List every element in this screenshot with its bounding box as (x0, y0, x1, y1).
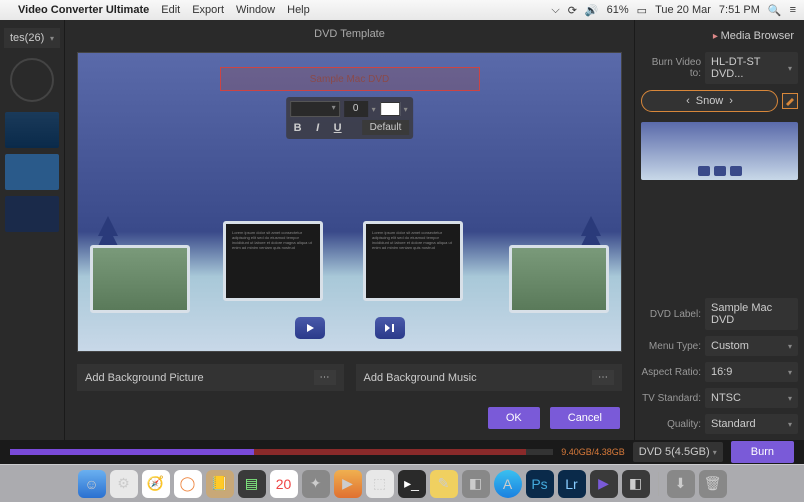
chevron-right-icon[interactable]: › (729, 95, 733, 107)
dock-app[interactable]: ▶ (590, 470, 618, 498)
burn-to-label: Burn Video to: (641, 57, 701, 79)
battery-icon: ▭ (637, 4, 647, 17)
macos-menubar: Video Converter Ultimate Edit Export Win… (0, 0, 804, 20)
mini-preview (641, 122, 798, 180)
dock-app[interactable]: ◧ (622, 470, 650, 498)
bold-button[interactable]: B (290, 122, 306, 134)
quality-select[interactable]: Standard▾ (705, 414, 798, 434)
dock-lightroom[interactable]: Lr (558, 470, 586, 498)
dvd-preview: Sample Mac DVD ▾ 0 ▾ ▾ B I U Default (77, 52, 622, 352)
mini-prev-btn[interactable] (698, 166, 710, 176)
dock-safari[interactable]: 🧭 (142, 470, 170, 498)
burn-to-select[interactable]: HL-DT-ST DVD...▾ (705, 52, 798, 84)
dock-settings[interactable]: ⚙ (110, 470, 138, 498)
color-swatch[interactable] (380, 102, 400, 116)
dock-console[interactable]: ▤ (238, 470, 266, 498)
mini-play-btn[interactable] (714, 166, 726, 176)
template-thumb[interactable] (5, 112, 59, 148)
cancel-button[interactable]: Cancel (550, 407, 620, 429)
media-browser-link[interactable]: ▸ Media Browser (641, 26, 798, 46)
bottom-bar: 9.40GB/4.38GB DVD 5(4.5GB)▾ Burn (0, 440, 804, 464)
edit-template-button[interactable] (782, 93, 798, 109)
dock-photoshop[interactable]: Ps (526, 470, 554, 498)
menu-help[interactable]: Help (287, 4, 310, 16)
text-toolbar: ▾ 0 ▾ ▾ B I U Default (286, 97, 414, 139)
dock-downloads[interactable]: ⬇ (667, 470, 695, 498)
menubar-date: Tue 20 Mar (655, 4, 711, 16)
font-select[interactable]: ▾ (290, 101, 340, 117)
wifi-icon[interactable]: ⟳ (568, 4, 577, 17)
chapter-thumb[interactable] (90, 245, 190, 313)
dock-app[interactable]: ◧ (462, 470, 490, 498)
underline-button[interactable]: U (330, 122, 346, 134)
dialog-title: DVD Template (65, 20, 634, 48)
bluetooth-icon[interactable]: ⌵ (551, 4, 559, 17)
chevron-down-icon[interactable]: ▾ (404, 105, 408, 114)
template-thumb[interactable] (5, 196, 59, 232)
default-button[interactable]: Default (362, 120, 410, 135)
disc-type-select[interactable]: DVD 5(4.5GB)▾ (633, 442, 723, 462)
settings-panel: ▸ Media Browser Burn Video to:HL-DT-ST D… (634, 20, 804, 440)
app-name[interactable]: Video Converter Ultimate (18, 4, 149, 16)
chevron-left-icon[interactable]: ‹ (686, 95, 690, 107)
dock-app[interactable]: ✎ (430, 470, 458, 498)
italic-button[interactable]: I (310, 122, 326, 134)
browse-icon[interactable]: ⋯ (314, 370, 336, 385)
menu-export[interactable]: Export (192, 4, 224, 16)
tv-standard-select[interactable]: NTSC▾ (705, 388, 798, 408)
font-size-input[interactable]: 0 (344, 101, 368, 117)
template-thumb[interactable] (5, 154, 59, 190)
ok-button[interactable]: OK (488, 407, 540, 429)
dock-calendar[interactable]: 20 (270, 470, 298, 498)
dock-finder[interactable]: ☺ (78, 470, 106, 498)
stepper-icon[interactable]: ▾ (372, 105, 376, 114)
dock-app[interactable]: ▶ (334, 470, 362, 498)
capacity-bar (10, 449, 553, 455)
menubar-time: 7:51 PM (719, 4, 760, 16)
chapter-thumb[interactable] (509, 245, 609, 313)
capacity-text: 9.40GB/4.38GB (561, 447, 625, 457)
dock-trash[interactable]: 🗑 (699, 470, 727, 498)
dvd-title-field[interactable]: Sample Mac DVD (220, 67, 480, 91)
aspect-select[interactable]: 16:9▾ (705, 362, 798, 382)
chapter-card[interactable]: Lorem ipsum dolor sit amet consectetur a… (363, 221, 463, 301)
volume-icon[interactable]: 🔊 (585, 4, 599, 17)
dvd-label-input[interactable]: Sample Mac DVD (705, 298, 798, 330)
dock-appstore[interactable]: A (494, 470, 522, 498)
burn-button[interactable]: Burn (731, 441, 794, 463)
chevron-down-icon: ▾ (50, 34, 54, 43)
menu-edit[interactable]: Edit (161, 4, 180, 16)
menu-type-select[interactable]: Custom▾ (705, 336, 798, 356)
dock-terminal[interactable]: ▸_ (398, 470, 426, 498)
battery-pct: 61% (607, 4, 629, 16)
play-button[interactable] (295, 317, 325, 339)
dock-app[interactable]: ✦ (302, 470, 330, 498)
template-sidebar: tes(26)▾ (0, 20, 65, 440)
next-button[interactable] (375, 317, 405, 339)
dock-app[interactable]: ⬚ (366, 470, 394, 498)
browse-icon[interactable]: ⋯ (592, 370, 614, 385)
menu-window[interactable]: Window (236, 4, 275, 16)
bg-music-field[interactable]: Add Background Music⋯ (356, 364, 623, 391)
bg-picture-field[interactable]: Add Background Picture⋯ (77, 364, 344, 391)
disc-icon (10, 58, 54, 102)
dock-contacts[interactable]: 📒 (206, 470, 234, 498)
dock-chrome[interactable]: ◯ (174, 470, 202, 498)
macos-dock: ☺ ⚙ 🧭 ◯ 📒 ▤ 20 ✦ ▶ ⬚ ▸_ ✎ ◧ A Ps Lr ▶ ◧ … (0, 464, 804, 502)
search-icon[interactable]: 🔍 (768, 4, 782, 17)
templates-tab[interactable]: tes(26)▾ (4, 28, 60, 48)
template-selector[interactable]: ‹Snow› (641, 90, 778, 112)
mini-next-btn[interactable] (730, 166, 742, 176)
chapter-card[interactable]: Lorem ipsum dolor sit amet consectetur a… (223, 221, 323, 301)
menu-icon[interactable]: ≡ (790, 4, 796, 16)
